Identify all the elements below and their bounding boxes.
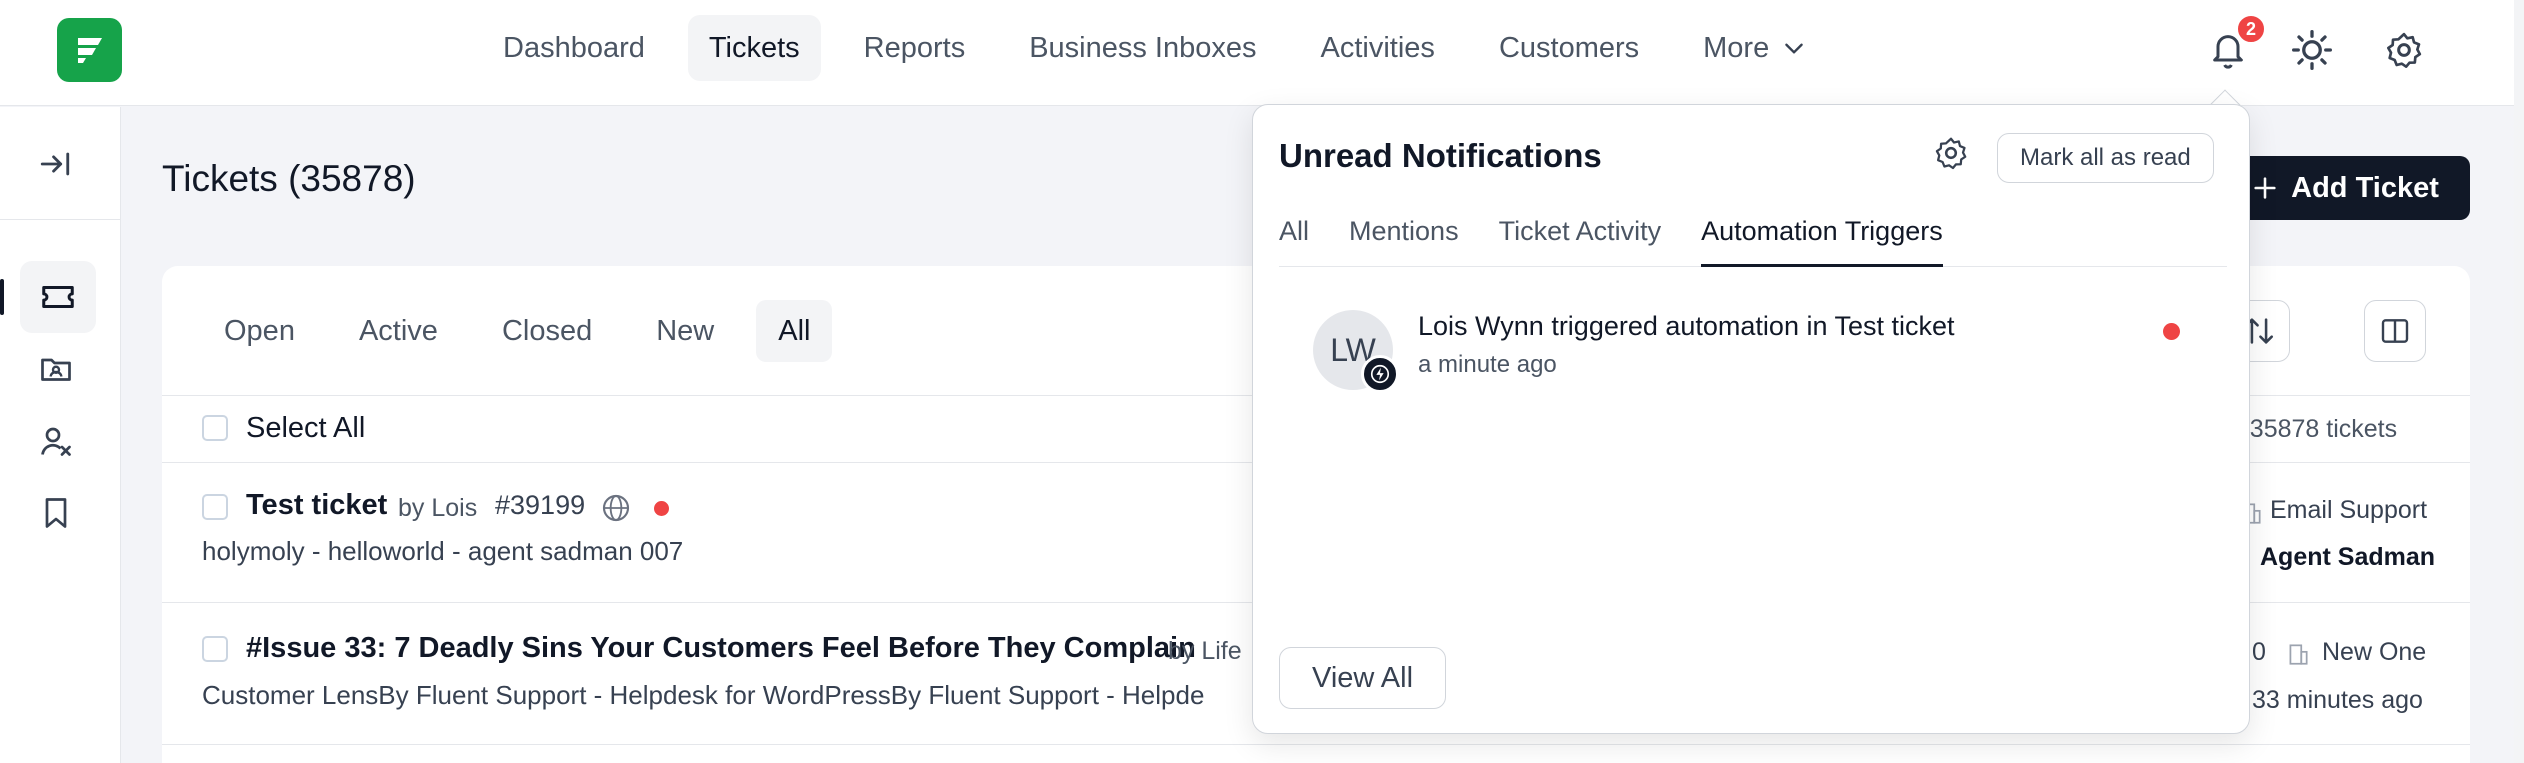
ticket-inbox: Email Support xyxy=(2270,496,2428,524)
unread-dot xyxy=(654,501,669,516)
building-icon xyxy=(2289,644,2308,665)
filter-all[interactable]: All xyxy=(756,300,833,362)
nav-activities[interactable]: Activities xyxy=(1300,15,1456,81)
ticket-filter-tabs: Open Active Closed New All xyxy=(202,300,852,362)
filter-open[interactable]: Open xyxy=(202,300,317,362)
tab-mentions[interactable]: Mentions xyxy=(1349,205,1459,267)
ticket-preview: Customer LensBy Fluent Support - Helpdes… xyxy=(202,680,1205,710)
notification-count-badge: 2 xyxy=(2236,14,2266,44)
settings-button[interactable] xyxy=(2384,22,2434,78)
ticket-author: by Life xyxy=(1168,637,1242,665)
main-nav: Dashboard Tickets Reports Business Inbox… xyxy=(482,14,1850,82)
ticket-preview: holymoly - helloworld - agent sadman 007 xyxy=(202,536,684,566)
plus-icon xyxy=(2254,177,2276,199)
chevron-down-icon xyxy=(1785,43,1803,54)
user-x-icon xyxy=(41,427,71,456)
view-all-button[interactable]: View All xyxy=(1279,647,1447,709)
sidebar-item-unassigned[interactable] xyxy=(38,423,74,464)
add-ticket-label: Add Ticket xyxy=(2291,171,2439,204)
unread-dot xyxy=(2163,323,2180,340)
notification-time: a minute ago xyxy=(1418,351,1557,378)
ticket-checkbox[interactable] xyxy=(202,494,228,520)
divider xyxy=(162,744,2470,745)
bookmark-icon xyxy=(45,498,67,528)
ticket-inbox: New One xyxy=(2322,638,2427,666)
bolt-glyph xyxy=(1370,364,1390,384)
filter-new[interactable]: New xyxy=(634,300,736,362)
ticket-icon xyxy=(42,285,74,309)
top-navigation-bar: Dashboard Tickets Reports Business Inbox… xyxy=(0,0,2524,106)
layout-toggle-button[interactable] xyxy=(2364,300,2426,362)
tab-all[interactable]: All xyxy=(1279,205,1309,267)
columns-icon xyxy=(2381,319,2409,343)
add-ticket-button[interactable]: Add Ticket xyxy=(2220,156,2470,220)
ticket-author: by Lois xyxy=(398,494,478,522)
nav-business-inboxes[interactable]: Business Inboxes xyxy=(1008,15,1277,81)
nav-dashboard[interactable]: Dashboard xyxy=(482,15,666,81)
tab-automation-triggers[interactable]: Automation Triggers xyxy=(1701,205,1943,267)
select-all-checkbox[interactable] xyxy=(202,415,228,441)
lightning-bolt-icon xyxy=(1361,355,1399,393)
page-scrollbar[interactable] xyxy=(2514,0,2524,763)
sidebar-item-bookmarks[interactable] xyxy=(38,495,74,536)
notifications-title: Unread Notifications xyxy=(1279,137,1602,174)
ticket-checkbox[interactable] xyxy=(202,636,228,662)
page-title: Tickets (35878) xyxy=(162,158,416,199)
mark-all-read-button[interactable]: Mark all as read xyxy=(1997,133,2214,183)
tab-ticket-activity[interactable]: Ticket Activity xyxy=(1499,205,1662,267)
gear-icon xyxy=(2387,32,2422,68)
notification-tabs: All Mentions Ticket Activity Automation … xyxy=(1279,205,2227,267)
ticket-response-count: 0 xyxy=(2252,638,2266,666)
logo-icon xyxy=(77,38,102,63)
expand-right-icon xyxy=(40,152,70,176)
left-sidebar xyxy=(0,107,121,763)
sidebar-item-contacts-folder[interactable] xyxy=(38,351,74,392)
notification-text: Lois Wynn triggered automation in Test t… xyxy=(1418,311,1955,341)
globe-icon xyxy=(602,494,630,522)
expand-sidebar-button[interactable] xyxy=(38,147,72,186)
sun-moon-icon xyxy=(2292,30,2332,70)
nav-more-menu[interactable]: More xyxy=(1682,15,1828,81)
nav-tickets[interactable]: Tickets xyxy=(687,15,821,81)
folder-user-icon xyxy=(41,358,71,381)
sidebar-divider xyxy=(0,219,121,220)
sidebar-item-tickets[interactable] xyxy=(20,261,96,333)
theme-toggle-button[interactable] xyxy=(2290,22,2340,78)
nav-reports[interactable]: Reports xyxy=(843,15,987,81)
nav-customers[interactable]: Customers xyxy=(1478,15,1660,81)
fluent-support-logo[interactable] xyxy=(57,18,122,82)
gear-icon xyxy=(1935,137,1967,170)
ticket-title[interactable]: Test ticket xyxy=(246,489,387,522)
nav-more-label: More xyxy=(1703,32,1770,64)
filter-closed[interactable]: Closed xyxy=(480,300,614,362)
ticket-title[interactable]: #Issue 33: 7 Deadly Sins Your Customers … xyxy=(246,632,1196,665)
filter-active[interactable]: Active xyxy=(337,300,460,362)
ticket-time: 33 minutes ago xyxy=(2252,686,2423,714)
sidebar-active-marker xyxy=(0,279,4,315)
notifications-popover: Unread Notifications Mark all as read Al… xyxy=(1252,104,2250,734)
ticket-agent: Agent Sadman xyxy=(2260,543,2436,571)
ticket-id: #39199 xyxy=(495,490,586,520)
notification-settings-button[interactable] xyxy=(1933,135,1969,176)
select-all-label: Select All xyxy=(246,412,366,444)
